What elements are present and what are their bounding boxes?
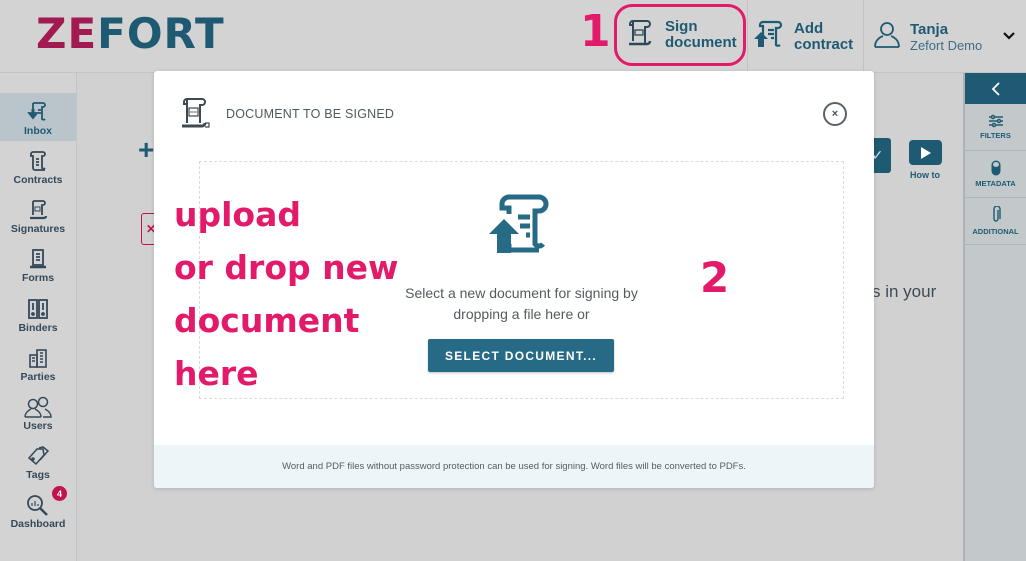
sidebar-item-tags[interactable]: Tags bbox=[0, 437, 76, 485]
top-bar: ZEFORT 1 Sign document Add contract Tanj… bbox=[0, 0, 1026, 73]
sign-document-button[interactable]: Sign document bbox=[614, 4, 746, 66]
how-to-button[interactable]: How to bbox=[908, 140, 942, 180]
sidebar-item-inbox[interactable]: Inbox bbox=[0, 93, 76, 141]
annotation-line: upload bbox=[174, 195, 301, 234]
filters-icon bbox=[988, 114, 1003, 128]
sidebar-label: Dashboard bbox=[10, 518, 66, 530]
annotation-step-2: 2 bbox=[700, 253, 730, 302]
select-document-button[interactable]: SELECT DOCUMENT... bbox=[428, 339, 614, 372]
dashboard-icon bbox=[27, 495, 48, 516]
annotation-line: document bbox=[174, 301, 360, 340]
header-divider bbox=[747, 0, 748, 73]
sidebar-item-forms[interactable]: Forms bbox=[0, 240, 76, 288]
user-name: Tanja bbox=[910, 20, 949, 38]
user-menu[interactable]: Tanja Zefort Demo bbox=[872, 0, 1016, 73]
background-text: s in your bbox=[872, 282, 937, 301]
sign-label-2: document bbox=[665, 34, 737, 51]
user-organization: Zefort Demo bbox=[910, 37, 983, 53]
zefort-logo[interactable]: ZEFORT bbox=[36, 12, 225, 56]
sidebar-item-dashboard[interactable]: 4 Dashboard bbox=[0, 486, 76, 534]
annotation-step-1: 1 bbox=[580, 6, 611, 57]
chevron-down-icon[interactable] bbox=[1002, 28, 1016, 46]
left-sidebar: Inbox Contracts Signatures Forms Binders… bbox=[0, 73, 77, 561]
right-sidebar: FILTERS METADATA ADDITIONAL bbox=[963, 73, 1026, 561]
close-modal-button[interactable]: × bbox=[823, 102, 847, 126]
logo-part-ze: ZE bbox=[36, 9, 98, 58]
add-label-1: Add bbox=[794, 19, 824, 37]
chevron-left-icon bbox=[991, 81, 1000, 96]
sidebar-label: Forms bbox=[21, 272, 55, 284]
modal-footer: Word and PDF files without password prot… bbox=[154, 445, 874, 488]
sign-document-icon bbox=[182, 98, 210, 128]
sidebar-label: Users bbox=[23, 420, 53, 432]
metadata-icon bbox=[991, 160, 1000, 176]
sidebar-label: Signatures bbox=[10, 223, 66, 235]
sidebar-item-binders[interactable]: Binders bbox=[0, 290, 76, 338]
sidebar-item-contracts[interactable]: Contracts bbox=[0, 142, 76, 190]
sidebar-item-users[interactable]: Users bbox=[0, 388, 76, 436]
rightbar-label: METADATA bbox=[975, 179, 1016, 188]
file-type-note: Word and PDF files without password prot… bbox=[282, 461, 746, 472]
additional-tab[interactable]: ADDITIONAL bbox=[965, 198, 1026, 245]
sign-document-icon bbox=[625, 17, 657, 53]
add-contract-icon bbox=[752, 18, 786, 56]
user-icon bbox=[872, 19, 902, 54]
sidebar-item-parties[interactable]: Parties bbox=[0, 339, 76, 387]
tags-icon bbox=[27, 446, 50, 466]
annotation-instruction: upload or drop new document here bbox=[174, 188, 398, 400]
add-icon[interactable]: + bbox=[138, 136, 154, 164]
metadata-tab[interactable]: METADATA bbox=[965, 151, 1026, 198]
sign-label-1: Sign bbox=[665, 18, 698, 35]
sidebar-label: Parties bbox=[20, 371, 56, 383]
play-icon bbox=[908, 140, 942, 165]
modal-title: DOCUMENT TO BE SIGNED bbox=[226, 107, 395, 121]
annotation-line: here bbox=[174, 354, 259, 393]
rightbar-label: ADDITIONAL bbox=[972, 227, 1019, 236]
sidebar-item-signatures[interactable]: Signatures bbox=[0, 191, 76, 239]
sidebar-label: Tags bbox=[26, 469, 50, 481]
filters-tab[interactable]: FILTERS bbox=[965, 104, 1026, 151]
header-divider bbox=[863, 0, 864, 73]
upload-document-icon bbox=[489, 194, 549, 253]
users-icon bbox=[24, 396, 52, 418]
sidebar-label: Binders bbox=[18, 322, 58, 334]
binders-icon bbox=[28, 299, 48, 319]
sidebar-label: Contracts bbox=[13, 174, 63, 186]
sidebar-label: Inbox bbox=[24, 125, 52, 137]
annotation-line: or drop new bbox=[174, 248, 399, 287]
inbox-icon bbox=[27, 102, 46, 121]
add-label-2: contract bbox=[794, 35, 854, 53]
modal-header: DOCUMENT TO BE SIGNED bbox=[178, 97, 394, 131]
forms-icon bbox=[30, 249, 46, 269]
parties-icon bbox=[29, 349, 47, 368]
add-contract-button[interactable]: Add contract bbox=[752, 0, 853, 73]
logo-part-fort: FORT bbox=[97, 9, 225, 58]
rightbar-label: FILTERS bbox=[980, 131, 1011, 140]
contracts-icon bbox=[30, 151, 46, 171]
notification-badge: 4 bbox=[52, 486, 67, 501]
paperclip-icon bbox=[992, 206, 1001, 222]
collapse-panel-button[interactable] bbox=[965, 73, 1026, 104]
how-to-label: How to bbox=[910, 170, 940, 180]
signatures-icon bbox=[30, 200, 48, 220]
